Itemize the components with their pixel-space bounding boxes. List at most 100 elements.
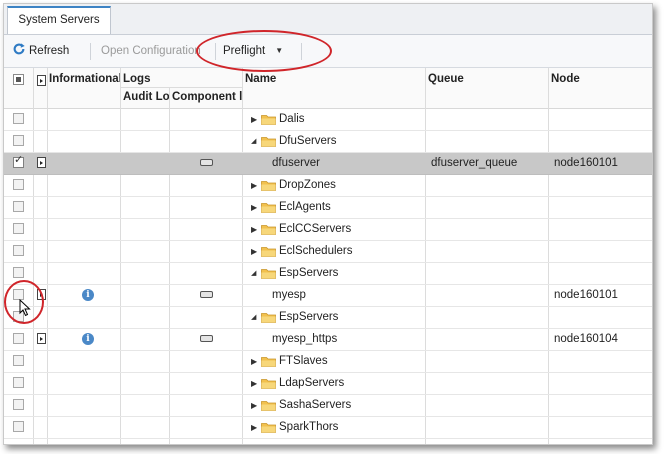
folder-icon [261, 269, 276, 279]
open-configuration-button[interactable]: Open Configuration [101, 35, 201, 67]
column-informational[interactable]: Informational [49, 70, 121, 88]
folder-row[interactable]: ▶ SparkThors [4, 417, 652, 439]
folder-name: Dalis [279, 113, 305, 125]
server-name: myesp [272, 289, 306, 301]
server-row[interactable]: i myesp node160101 [4, 285, 652, 307]
folder-icon [261, 181, 276, 191]
component-log-icon[interactable] [200, 291, 213, 298]
folder-row[interactable]: ▶ Dalis [4, 109, 652, 131]
folder-row[interactable]: ▶ EclCCServers [4, 219, 652, 241]
folder-icon [261, 357, 276, 367]
folder-name: DropZones [279, 179, 336, 191]
folder-icon [261, 203, 276, 213]
expand-arrow-icon[interactable]: ▶ [251, 219, 257, 240]
expand-arrow-icon[interactable]: ▶ [251, 373, 257, 394]
node-cell: node160101 [554, 157, 618, 169]
row-checkbox[interactable] [13, 113, 24, 124]
server-name: dfuserver [272, 157, 320, 169]
folder-name: EspServers [279, 267, 339, 279]
folder-row[interactable]: ◢ DfuServers [4, 131, 652, 153]
column-component-log[interactable]: Component l [172, 88, 242, 106]
folder-icon [261, 313, 276, 323]
expand-arrow-icon[interactable]: ▶ [251, 197, 257, 218]
server-row[interactable]: dfuserver dfuserver_queue node160101 [4, 153, 652, 175]
column-queue[interactable]: Queue [428, 70, 548, 88]
folder-icon [261, 247, 276, 257]
expand-arrow-icon[interactable]: ▶ [251, 417, 257, 438]
open-details-icon[interactable] [37, 333, 46, 344]
tab-system-servers[interactable]: System Servers [7, 6, 111, 34]
folder-name: EclCCServers [279, 223, 352, 235]
row-checkbox[interactable] [13, 333, 24, 344]
row-checkbox[interactable] [13, 267, 24, 278]
component-log-icon[interactable] [200, 335, 213, 342]
tab-bar: System Servers [4, 4, 652, 35]
mouse-pointer-icon [19, 299, 31, 317]
select-all-checkbox[interactable] [13, 74, 24, 85]
row-checkbox[interactable] [13, 421, 24, 432]
row-checkbox[interactable] [13, 135, 24, 146]
expand-arrow-icon[interactable]: ▶ [251, 241, 257, 262]
preflight-button[interactable]: Preflight ▼ [223, 35, 283, 67]
column-name[interactable]: Name [245, 70, 425, 88]
refresh-icon [13, 43, 25, 55]
folder-name: LdapServers [279, 377, 345, 389]
grid-header: Informational Logs Audit Lo Component l … [4, 68, 652, 109]
expand-arrow-icon[interactable]: ▶ [251, 351, 257, 372]
folder-icon [261, 423, 276, 433]
folder-row[interactable]: ◢ EspServers [4, 263, 652, 285]
refresh-button[interactable]: Refresh [12, 35, 69, 67]
row-checkbox[interactable] [13, 179, 24, 190]
expand-arrow-icon[interactable]: ▶ [251, 395, 257, 416]
folder-row[interactable]: ▶ LdapServers [4, 373, 652, 395]
open-details-icon[interactable] [37, 289, 46, 300]
column-node[interactable]: Node [551, 70, 651, 88]
row-checkbox[interactable] [13, 153, 24, 168]
row-checkbox[interactable] [13, 245, 24, 256]
component-log-icon[interactable] [200, 159, 213, 166]
collapse-arrow-icon[interactable]: ◢ [251, 131, 256, 152]
folder-name: SashaServers [279, 399, 352, 411]
preflight-label: Preflight [223, 45, 266, 57]
folder-row[interactable]: ◢ EspServers [4, 307, 652, 329]
row-checkbox[interactable] [13, 399, 24, 410]
row-checkbox[interactable] [13, 223, 24, 234]
info-icon[interactable]: i [82, 289, 94, 301]
row-checkbox[interactable] [13, 355, 24, 366]
collapse-arrow-icon[interactable]: ◢ [251, 263, 256, 284]
folder-name: SparkThors [279, 421, 339, 433]
expand-arrow-icon[interactable]: ▶ [251, 175, 257, 196]
folder-row[interactable]: ▶ EclSchedulers [4, 241, 652, 263]
info-icon[interactable]: i [82, 333, 94, 345]
folder-row[interactable]: ▶ EclAgents [4, 197, 652, 219]
expand-arrow-icon[interactable]: ▶ [251, 109, 257, 130]
toolbar-separator [215, 43, 216, 60]
toolbar-separator [90, 43, 91, 60]
folder-icon [261, 225, 276, 235]
server-name: myesp_https [272, 333, 338, 345]
node-cell: node160104 [554, 333, 618, 345]
collapse-arrow-icon[interactable]: ◢ [251, 307, 256, 328]
row-checkbox[interactable] [13, 201, 24, 212]
folder-row[interactable]: ▶ DropZones [4, 175, 652, 197]
folder-name: EclAgents [279, 201, 331, 213]
queue-cell: dfuserver_queue [431, 157, 518, 169]
expand-all-icon[interactable] [37, 75, 46, 86]
folder-icon [261, 401, 276, 411]
chevron-down-icon: ▼ [275, 46, 284, 55]
column-audit-log[interactable]: Audit Lo [123, 88, 170, 106]
system-servers-window: System Servers Refresh Open Configuratio… [3, 3, 653, 445]
toolbar-separator [301, 43, 302, 60]
folder-icon [261, 115, 276, 125]
open-details-icon[interactable] [37, 157, 46, 168]
server-row[interactable]: i myesp_https node160104 [4, 329, 652, 351]
node-cell: node160101 [554, 289, 618, 301]
refresh-label: Refresh [29, 45, 70, 57]
folder-row[interactable]: ▶ SashaServers [4, 395, 652, 417]
folder-row[interactable]: ▶ FTSlaves [4, 351, 652, 373]
row-checkbox[interactable] [13, 377, 24, 388]
folder-name: EspServers [279, 311, 339, 323]
folder-name: FTSlaves [279, 355, 328, 367]
column-logs[interactable]: Logs [123, 70, 243, 88]
folder-name: DfuServers [279, 135, 337, 147]
